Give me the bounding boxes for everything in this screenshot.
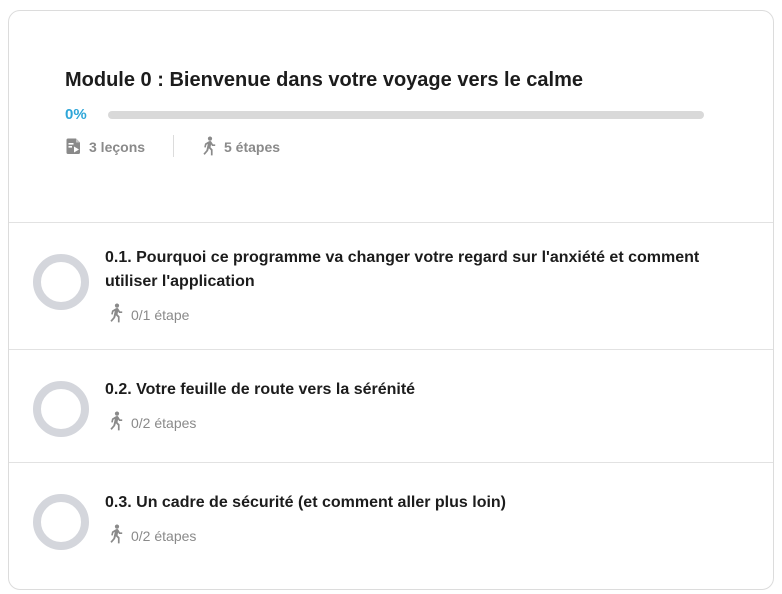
walking-person-icon (200, 136, 224, 159)
lesson-item[interactable]: 0.3. Un cadre de sécurité (et comment al… (9, 463, 773, 589)
lesson-progress-ring (33, 254, 89, 310)
steps-count-label: 5 étapes (224, 139, 281, 155)
module-title: Module 0 : Bienvenue dans votre voyage v… (65, 69, 583, 91)
lesson-steps: 0/2 étapes (107, 411, 196, 434)
lesson-steps-label: 0/2 étapes (131, 527, 197, 544)
steps-count: 5 étapes (200, 136, 280, 158)
lessons-count-label: 3 leçons (89, 139, 146, 155)
lesson-steps: 0/2 étapes (107, 524, 196, 547)
lesson-title: 0.2. Votre feuille de route vers la séré… (105, 381, 416, 398)
lesson-progress-ring (33, 381, 89, 437)
walking-person-icon (107, 411, 131, 434)
module-header: Module 0 : Bienvenue dans votre voyage v… (9, 11, 773, 223)
lesson-steps: 0/1 étape (107, 303, 189, 326)
progress-percent: 0% (65, 106, 87, 123)
module-card: Module 0 : Bienvenue dans votre voyage v… (8, 10, 774, 590)
lesson-item[interactable]: 0.2. Votre feuille de route vers la séré… (9, 350, 773, 463)
meta-divider (173, 135, 174, 157)
lesson-title: 0.1. Pourquoi ce programme va changer vo… (105, 249, 700, 290)
walking-person-icon (107, 303, 131, 326)
walking-person-icon (107, 524, 131, 547)
lesson-steps-label: 0/1 étape (131, 306, 190, 323)
lesson-title: 0.3. Un cadre de sécurité (et comment al… (105, 494, 507, 511)
lessons-count: 3 leçons (65, 136, 145, 158)
lesson-steps-label: 0/2 étapes (131, 414, 197, 431)
lesson-item[interactable]: 0.1. Pourquoi ce programme va changer vo… (9, 222, 773, 350)
document-play-icon (65, 137, 89, 158)
lesson-progress-ring (33, 494, 89, 550)
progress-bar (108, 111, 704, 119)
